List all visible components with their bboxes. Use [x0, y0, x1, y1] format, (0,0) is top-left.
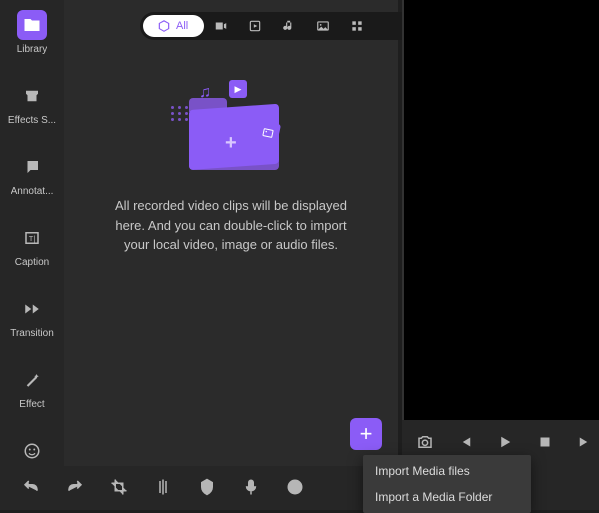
empty-state-illustration: ♫ ▶ +: [171, 80, 291, 180]
voiceover-button[interactable]: [242, 478, 260, 499]
plus-icon: +: [360, 421, 373, 447]
sidebar-item-library[interactable]: Library: [6, 10, 58, 55]
sidebar-item-label: Effect: [19, 399, 44, 410]
filter-tab-grid[interactable]: [340, 15, 374, 37]
filter-tab-audio[interactable]: [272, 15, 306, 37]
folder-plus-icon: +: [225, 132, 237, 155]
sidebar-item-label: Caption: [15, 257, 49, 268]
play-decor-icon: ▶: [229, 80, 247, 98]
annotation-icon: [17, 152, 47, 182]
svg-text:T|: T|: [29, 234, 36, 243]
magic-wand-icon: [17, 365, 47, 395]
filter-tab-image[interactable]: [306, 15, 340, 37]
preview-viewport: [402, 0, 599, 420]
import-context-menu: Import Media files Import a Media Folder: [363, 455, 531, 513]
sidebar-item-effects-store[interactable]: Effects S...: [6, 81, 58, 126]
filter-tab-recording[interactable]: [238, 15, 272, 37]
split-button[interactable]: [154, 478, 172, 499]
sidebar: Library Effects S... Annotat... T| Capti…: [0, 0, 64, 466]
filter-tab-video[interactable]: [204, 15, 238, 37]
filter-tab-all[interactable]: All: [143, 15, 204, 37]
sidebar-item-annotation[interactable]: Annotat...: [6, 152, 58, 197]
store-icon: [17, 81, 47, 111]
ctx-import-files[interactable]: Import Media files: [363, 458, 531, 484]
sidebar-item-label: Annotat...: [11, 186, 54, 197]
redo-button[interactable]: [66, 478, 84, 499]
play-square-icon: [248, 19, 262, 33]
caption-icon: T|: [17, 223, 47, 253]
sidebar-item-caption[interactable]: T| Caption: [6, 223, 58, 268]
music-note-icon: [282, 19, 296, 33]
music-decor-icon: ♫: [199, 84, 211, 102]
sidebar-item-label: Effects S...: [8, 115, 56, 126]
stop-button[interactable]: [536, 433, 554, 454]
image-icon: [316, 19, 330, 33]
play-button[interactable]: [496, 433, 514, 454]
image-decor-icon: [255, 120, 281, 146]
library-icon: [17, 10, 47, 40]
crop-button[interactable]: [110, 478, 128, 499]
sticker-icon: [17, 436, 47, 466]
prev-button[interactable]: [456, 433, 474, 454]
grid-icon: [350, 19, 364, 33]
add-media-button[interactable]: +: [350, 418, 382, 450]
empty-state-text: All recorded video clips will be display…: [106, 196, 356, 255]
undo-button[interactable]: [22, 478, 40, 499]
cube-icon: [157, 19, 171, 33]
ctx-import-folder[interactable]: Import a Media Folder: [363, 484, 531, 510]
camera-icon: [214, 19, 228, 33]
transition-icon: [17, 294, 47, 324]
snapshot-button[interactable]: [416, 433, 434, 454]
marker-button[interactable]: [198, 478, 216, 499]
library-panel: All ♫ ▶ + All recorded video clips will …: [64, 0, 398, 466]
sidebar-item-label: Library: [17, 44, 48, 55]
copyright-button[interactable]: [286, 478, 304, 499]
sidebar-item-effect[interactable]: Effect: [6, 365, 58, 410]
sidebar-item-transition[interactable]: Transition: [6, 294, 58, 339]
filter-tab-label: All: [176, 20, 188, 32]
next-button[interactable]: [576, 433, 594, 454]
sidebar-item-label: Transition: [10, 328, 54, 339]
